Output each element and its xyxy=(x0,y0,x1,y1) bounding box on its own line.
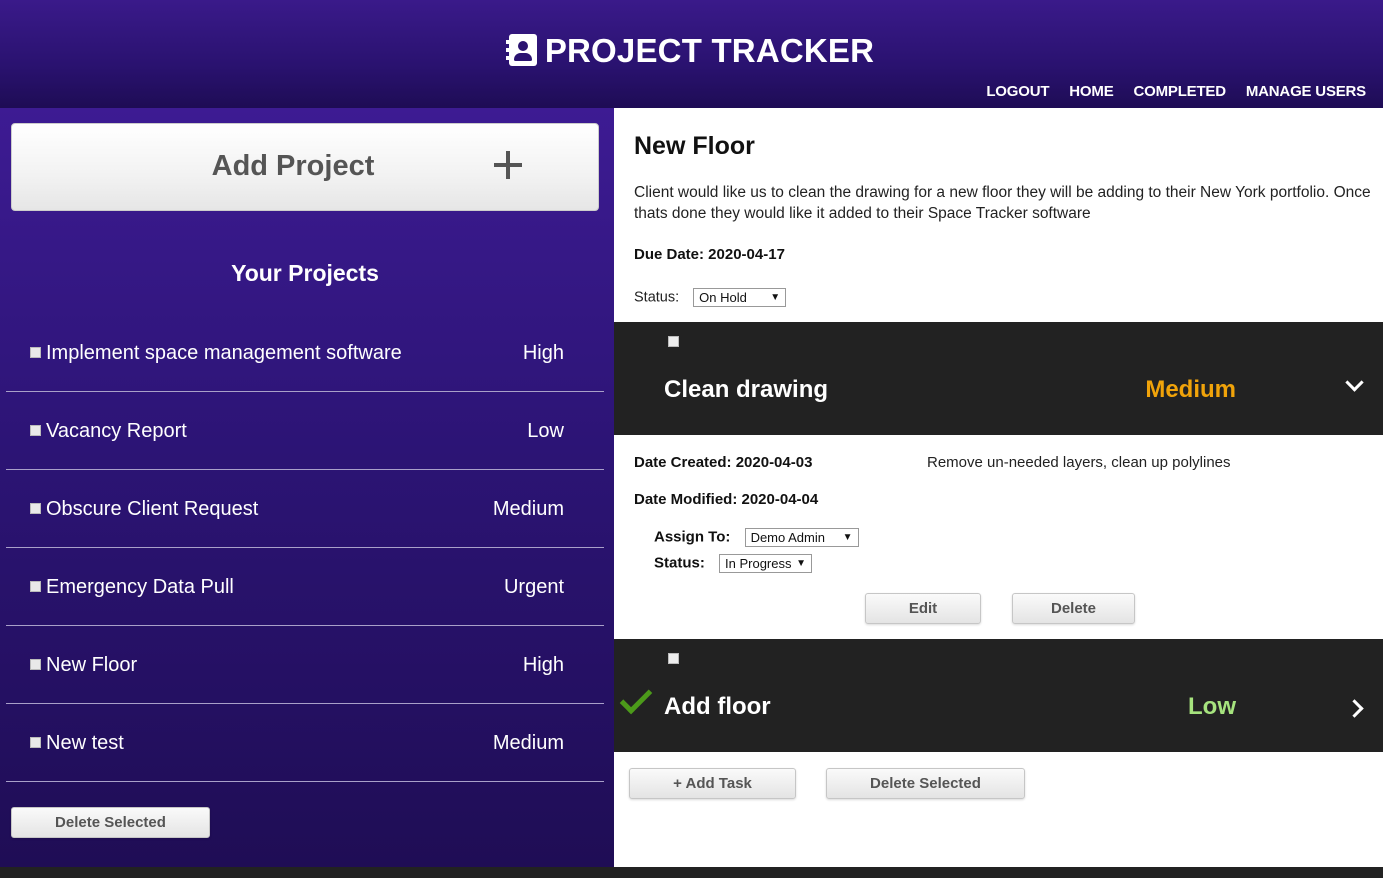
project-name: Implement space management software xyxy=(46,342,402,364)
project-row[interactable]: New Floor High xyxy=(6,626,604,704)
plus-icon xyxy=(494,151,522,179)
assign-row: Assign To: Demo Admin ▼ xyxy=(654,528,859,547)
top-nav: LOGOUT HOME COMPLETED MANAGE USERS xyxy=(986,83,1366,100)
add-project-button[interactable]: Add Project xyxy=(11,123,599,211)
project-name: New test xyxy=(46,732,124,754)
task-name: Add floor xyxy=(664,693,771,720)
nav-home[interactable]: HOME xyxy=(1069,83,1113,100)
edit-task-button[interactable]: Edit xyxy=(865,593,981,624)
project-title: New Floor xyxy=(634,132,755,160)
date-modified: Date Modified: 2020-04-04 xyxy=(634,491,819,508)
task-status-row: Status: In Progress ▼ xyxy=(654,554,813,573)
project-name: Emergency Data Pull xyxy=(46,576,234,598)
task-header[interactable]: Clean drawing Medium xyxy=(614,322,1383,435)
nav-completed[interactable]: COMPLETED xyxy=(1134,83,1227,100)
due-date: Due Date: 2020-04-17 xyxy=(634,246,785,263)
project-checkbox[interactable] xyxy=(30,659,41,670)
assign-label: Assign To: xyxy=(654,528,731,546)
delete-selected-tasks-button[interactable]: Delete Selected xyxy=(826,768,1025,799)
chevron-down-icon[interactable] xyxy=(1345,373,1364,392)
project-list: Implement space management software High… xyxy=(6,314,604,782)
task-status-select[interactable]: In Progress ▼ xyxy=(719,554,813,573)
app-header: PROJECT TRACKER LOGOUT HOME COMPLETED MA… xyxy=(0,0,1383,108)
project-row[interactable]: Emergency Data Pull Urgent xyxy=(6,548,604,626)
project-name: Vacancy Report xyxy=(46,420,187,442)
date-created: Date Created: 2020-04-03 xyxy=(634,454,813,471)
assign-value: Demo Admin xyxy=(750,530,825,545)
project-checkbox[interactable] xyxy=(30,503,41,514)
project-row[interactable]: Obscure Client Request Medium xyxy=(6,470,604,548)
dropdown-arrow-icon: ▼ xyxy=(842,532,853,543)
checkmark-icon xyxy=(619,681,653,715)
task-name: Clean drawing xyxy=(664,376,829,403)
app-title: PROJECT TRACKER xyxy=(544,32,875,69)
task-priority: Low xyxy=(1188,693,1236,720)
chevron-right-icon[interactable] xyxy=(1345,699,1364,718)
project-checkbox[interactable] xyxy=(30,737,41,748)
sidebar: Add Project Your Projects Implement spac… xyxy=(0,108,614,867)
task-description: Remove un-needed layers, clean up polyli… xyxy=(927,454,1231,471)
project-row[interactable]: Implement space management software High xyxy=(6,314,604,392)
nav-manage-users[interactable]: MANAGE USERS xyxy=(1246,83,1366,100)
task-checkbox[interactable] xyxy=(668,336,679,347)
project-priority: Medium xyxy=(492,732,564,754)
project-detail-panel: New Floor Client would like us to clean … xyxy=(614,108,1383,867)
project-row[interactable]: Vacancy Report Low xyxy=(6,392,604,470)
nav-logout[interactable]: LOGOUT xyxy=(986,83,1049,100)
task-status-value: In Progress xyxy=(725,556,792,571)
footer-strip xyxy=(0,867,1383,878)
project-description: Client would like us to clean the drawin… xyxy=(634,184,1371,222)
task-header[interactable]: Add floor Low xyxy=(614,639,1383,752)
task-checkbox[interactable] xyxy=(668,653,679,664)
project-priority: High xyxy=(522,654,564,676)
project-priority: Urgent xyxy=(503,576,564,598)
project-priority: Low xyxy=(527,420,564,442)
delete-selected-projects-button[interactable]: Delete Selected xyxy=(11,807,210,838)
delete-task-button[interactable]: Delete xyxy=(1012,593,1135,624)
dropdown-arrow-icon: ▼ xyxy=(770,292,781,303)
dropdown-arrow-icon: ▼ xyxy=(796,558,807,569)
task-status-label: Status: xyxy=(654,554,705,572)
task-detail: Date Created: 2020-04-03 Remove un-neede… xyxy=(614,435,1383,639)
add-task-button[interactable]: + Add Task xyxy=(629,768,796,799)
task-priority: Medium xyxy=(1145,376,1236,403)
project-priority: Medium xyxy=(492,498,564,520)
project-row[interactable]: New test Medium xyxy=(6,704,604,782)
project-status-label: Status: xyxy=(634,289,680,306)
project-checkbox[interactable] xyxy=(30,347,41,358)
project-status-select[interactable]: On Hold ▼ xyxy=(693,288,787,307)
project-name: New Floor xyxy=(46,654,138,676)
project-checkbox[interactable] xyxy=(30,425,41,436)
project-status-value: On Hold xyxy=(699,290,747,305)
app-brand: PROJECT TRACKER xyxy=(0,32,1383,70)
project-priority: High xyxy=(522,342,564,364)
contact-book-icon xyxy=(505,34,537,66)
assign-select[interactable]: Demo Admin ▼ xyxy=(744,528,859,547)
project-name: Obscure Client Request xyxy=(46,498,259,520)
section-title: Your Projects xyxy=(231,260,379,286)
project-status-row: Status: On Hold ▼ xyxy=(634,288,787,307)
project-checkbox[interactable] xyxy=(30,581,41,592)
add-project-label: Add Project xyxy=(211,150,375,182)
